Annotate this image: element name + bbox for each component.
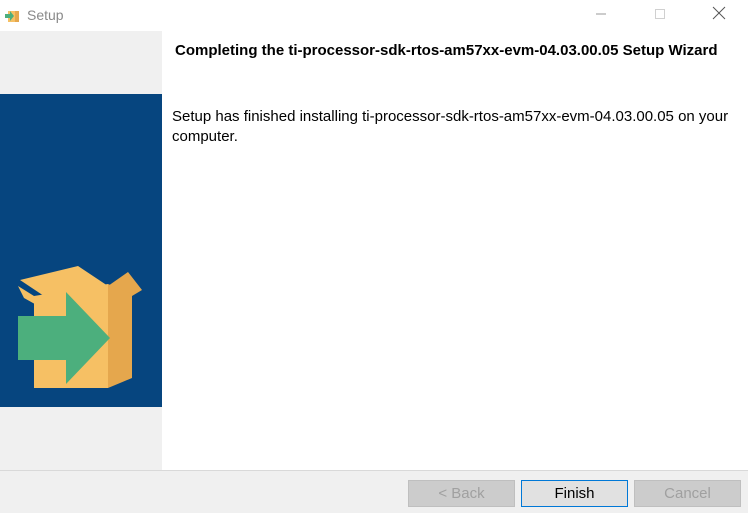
back-button[interactable]: < Back [408,480,515,507]
minimize-icon [595,7,607,25]
wizard-content: Completing the ti-processor-sdk-rtos-am5… [162,31,748,471]
package-arrow-icon [12,264,147,389]
maximize-button[interactable] [637,0,683,31]
maximize-icon [654,7,666,25]
installer-icon [4,7,21,24]
close-button[interactable] [696,0,742,31]
finish-button[interactable]: Finish [521,480,628,507]
setup-window: Setup Completing the ti-processor-sdk-rt… [0,0,748,513]
cancel-button[interactable]: Cancel [634,480,741,507]
completion-message: Setup has finished installing ti-process… [172,108,729,145]
page-title: Completing the ti-processor-sdk-rtos-am5… [175,42,718,59]
window-title: Setup [27,7,64,23]
button-bar: < Back Finish Cancel [0,471,748,513]
minimize-button[interactable] [578,0,624,31]
wizard-side-panel [0,31,162,471]
close-icon [712,6,726,25]
title-bar[interactable]: Setup [0,0,748,31]
